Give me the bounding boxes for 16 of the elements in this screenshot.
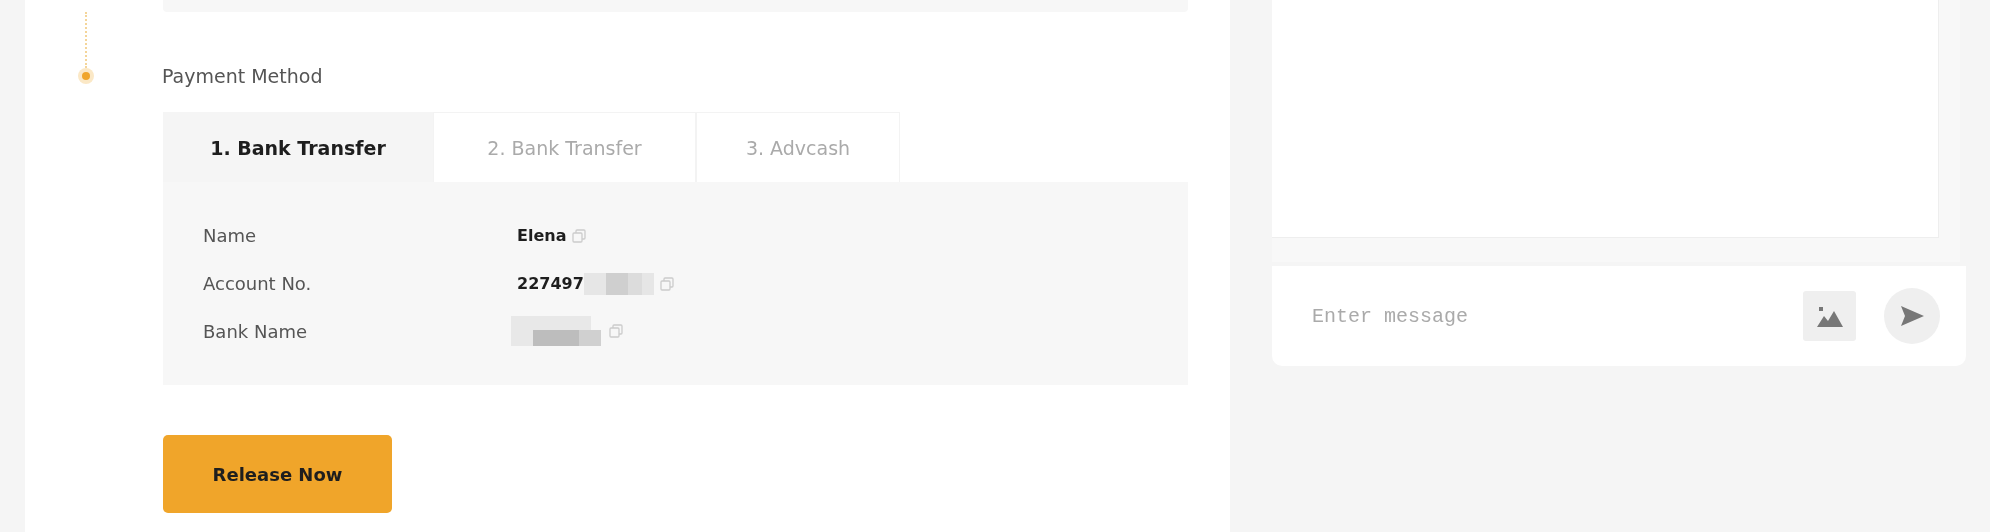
field-value: Elena <box>517 226 567 246</box>
copy-icon[interactable] <box>659 276 674 291</box>
field-value: 227497 <box>517 274 584 293</box>
step-dot-icon <box>82 72 90 80</box>
field-label: Bank Name <box>203 320 309 342</box>
payment-tab[interactable]: 1. Bank Transfer <box>163 112 433 182</box>
message-input[interactable]: Enter message <box>1272 266 1803 366</box>
send-button[interactable] <box>1884 288 1940 344</box>
field-label: Name <box>203 225 258 247</box>
copy-icon[interactable] <box>572 228 587 243</box>
release-button[interactable]: Release Now <box>163 435 392 513</box>
section-label: Payment Method <box>162 65 323 87</box>
image-button[interactable] <box>1803 291 1856 341</box>
copy-icon[interactable] <box>609 324 623 339</box>
send-icon <box>1899 305 1925 327</box>
field-label: Account No. <box>203 273 313 294</box>
